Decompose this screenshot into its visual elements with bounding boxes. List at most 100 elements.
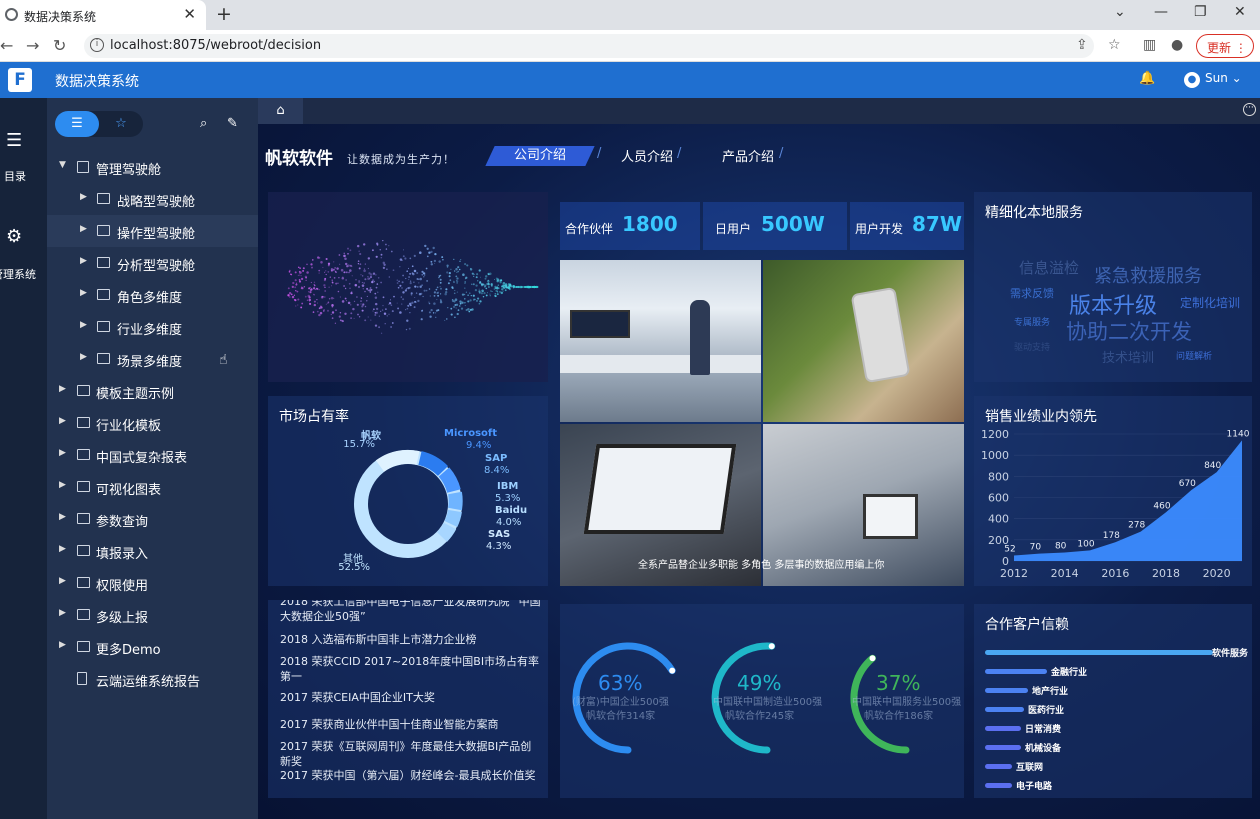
particle-dot: [372, 272, 376, 275]
client-bar-label: 互联网: [1016, 763, 1044, 773]
window-close-icon[interactable]: ✕: [1234, 4, 1246, 20]
update-button[interactable]: 更新 ⋮: [1196, 34, 1254, 58]
back-icon[interactable]: ←: [0, 36, 13, 55]
slash-divider: /: [779, 146, 784, 161]
particle-dot: [464, 298, 466, 300]
list-mode-icon[interactable]: ☰: [55, 111, 99, 137]
particle-dot: [343, 252, 345, 254]
caret-right-icon[interactable]: ▶: [59, 544, 66, 554]
particle-dot: [335, 271, 337, 273]
pin-icon[interactable]: ✎: [227, 116, 238, 131]
tree-node-report[interactable]: 云端运维系统报告: [47, 663, 258, 695]
share-icon[interactable]: ⇪: [1076, 37, 1088, 53]
tree-node[interactable]: ▶ 行业多维度: [47, 311, 258, 343]
caret-right-icon[interactable]: ▶: [59, 384, 66, 394]
particle-dot: [360, 297, 363, 299]
tree-node[interactable]: ▶ 战略型驾驶舱: [47, 183, 258, 215]
new-tab-icon[interactable]: +: [216, 3, 232, 25]
nav-tab-products[interactable]: 产品介绍: [722, 146, 774, 165]
particle-dot: [434, 252, 437, 256]
particle-dot: [454, 289, 456, 292]
x-tick-label: 2012: [1000, 567, 1028, 580]
particle-dot: [472, 294, 475, 297]
caret-right-icon[interactable]: ▶: [59, 416, 66, 426]
particle-dot: [293, 299, 296, 301]
particle-dot: [336, 267, 339, 270]
tree-node-management-cockpit[interactable]: ▼ 管理驾驶舱: [47, 151, 258, 183]
particle-dot: [517, 286, 519, 288]
slash-divider: /: [677, 146, 682, 161]
caret-right-icon[interactable]: ▶: [80, 192, 87, 202]
caret-right-icon[interactable]: ▶: [80, 288, 87, 298]
data-label: 70: [1030, 543, 1042, 553]
minimize-icon[interactable]: —: [1154, 4, 1168, 20]
tree-node[interactable]: ▶ 模板主题示例: [47, 375, 258, 407]
tree-node[interactable]: ▶ 参数查询: [47, 503, 258, 535]
particle-dot: [301, 302, 304, 305]
tree-node[interactable]: ▶ 权限使用: [47, 567, 258, 599]
directory-tree: ☰ ☆ ⌕ ✎ ▼ 管理驾驶舱 ▶ 战略型驾驶舱 ▶ 操作型驾驶舱 ▶ 分析型驾驶舱 …: [47, 98, 258, 819]
stat-card: 日用户 500W: [703, 202, 847, 250]
profile-icon[interactable]: ●: [1171, 37, 1183, 53]
particle-dot: [390, 304, 393, 306]
particle-dot: [357, 260, 360, 262]
caret-right-icon[interactable]: ▶: [59, 608, 66, 618]
particle-dot: [378, 326, 380, 329]
user-menu[interactable]: ● Sun ⌄: [1184, 71, 1242, 88]
restore-icon[interactable]: ❐: [1194, 4, 1207, 20]
caret-right-icon[interactable]: ▶: [59, 640, 66, 650]
tree-node[interactable]: ▶ 多级上报: [47, 599, 258, 631]
particle-dot: [419, 251, 422, 254]
particle-dot: [525, 286, 527, 288]
tree-node[interactable]: ▶ 分析型驾驶舱: [47, 247, 258, 279]
tree-node[interactable]: ▶ 可视化图表: [47, 471, 258, 503]
tree-node[interactable]: ▶ 填报录入: [47, 535, 258, 567]
catalog-icon[interactable]: ☰: [6, 130, 22, 151]
bell-icon[interactable]: 🔔: [1139, 71, 1155, 86]
close-tab-icon[interactable]: ✕: [183, 5, 196, 23]
tree-node[interactable]: ▶ 角色多维度: [47, 279, 258, 311]
favorites-star-icon[interactable]: ☆: [99, 111, 143, 137]
chevron-down-icon[interactable]: ⌄: [1114, 4, 1126, 20]
tree-node[interactable]: ▶ 操作型驾驶舱: [47, 215, 258, 247]
caret-right-icon[interactable]: ▶: [80, 352, 87, 362]
particle-dot: [402, 298, 405, 301]
client-bar-label: 日常消费: [1025, 725, 1062, 735]
caret-down-icon[interactable]: ▼: [59, 160, 66, 170]
forward-icon[interactable]: →: [26, 36, 39, 55]
caret-right-icon[interactable]: ▶: [59, 512, 66, 522]
nav-tab-company[interactable]: 公司介绍: [485, 146, 595, 166]
particle-dot: [318, 289, 320, 291]
tree-node[interactable]: ▶ 中国式复杂报表: [47, 439, 258, 471]
donut-slice-microsoft: [418, 451, 449, 477]
particle-dot: [513, 287, 515, 289]
more-icon[interactable]: ···: [1243, 103, 1256, 116]
data-label: 840: [1204, 461, 1221, 471]
caret-right-icon[interactable]: ▶: [59, 448, 66, 458]
tree-node[interactable]: ▶ 更多Demo: [47, 631, 258, 663]
gauge-percent: 63%: [598, 671, 643, 695]
particle-dot: [322, 266, 324, 268]
bookmark-star-icon[interactable]: ☆: [1108, 37, 1121, 53]
url-field[interactable]: i localhost:8075/webroot/decision: [84, 34, 1094, 58]
particle-dot: [316, 298, 318, 301]
particle-dot: [438, 260, 441, 263]
sidepanel-icon[interactable]: ▥: [1143, 37, 1156, 53]
manage-label[interactable]: 管理系统: [0, 266, 36, 282]
particle-dot: [420, 292, 423, 295]
caret-right-icon[interactable]: ▶: [80, 320, 87, 330]
caret-right-icon[interactable]: ▶: [59, 576, 66, 586]
nav-tab-staff[interactable]: 人员介绍: [621, 146, 673, 165]
search-icon[interactable]: ⌕: [200, 116, 207, 131]
info-icon[interactable]: i: [90, 38, 104, 52]
browser-tab[interactable]: 数据决策系统 ✕: [0, 0, 206, 30]
tree-node[interactable]: ▶ 行业化模板: [47, 407, 258, 439]
catalog-label[interactable]: 目录: [4, 168, 26, 184]
caret-right-icon[interactable]: ▶: [59, 480, 66, 490]
caret-right-icon[interactable]: ▶: [80, 224, 87, 234]
caret-right-icon[interactable]: ▶: [80, 256, 87, 266]
gear-icon[interactable]: ⚙: [6, 226, 22, 247]
particle-dot: [345, 300, 347, 302]
reload-icon[interactable]: ↻: [53, 36, 66, 55]
home-icon[interactable]: ⌂: [258, 98, 303, 124]
